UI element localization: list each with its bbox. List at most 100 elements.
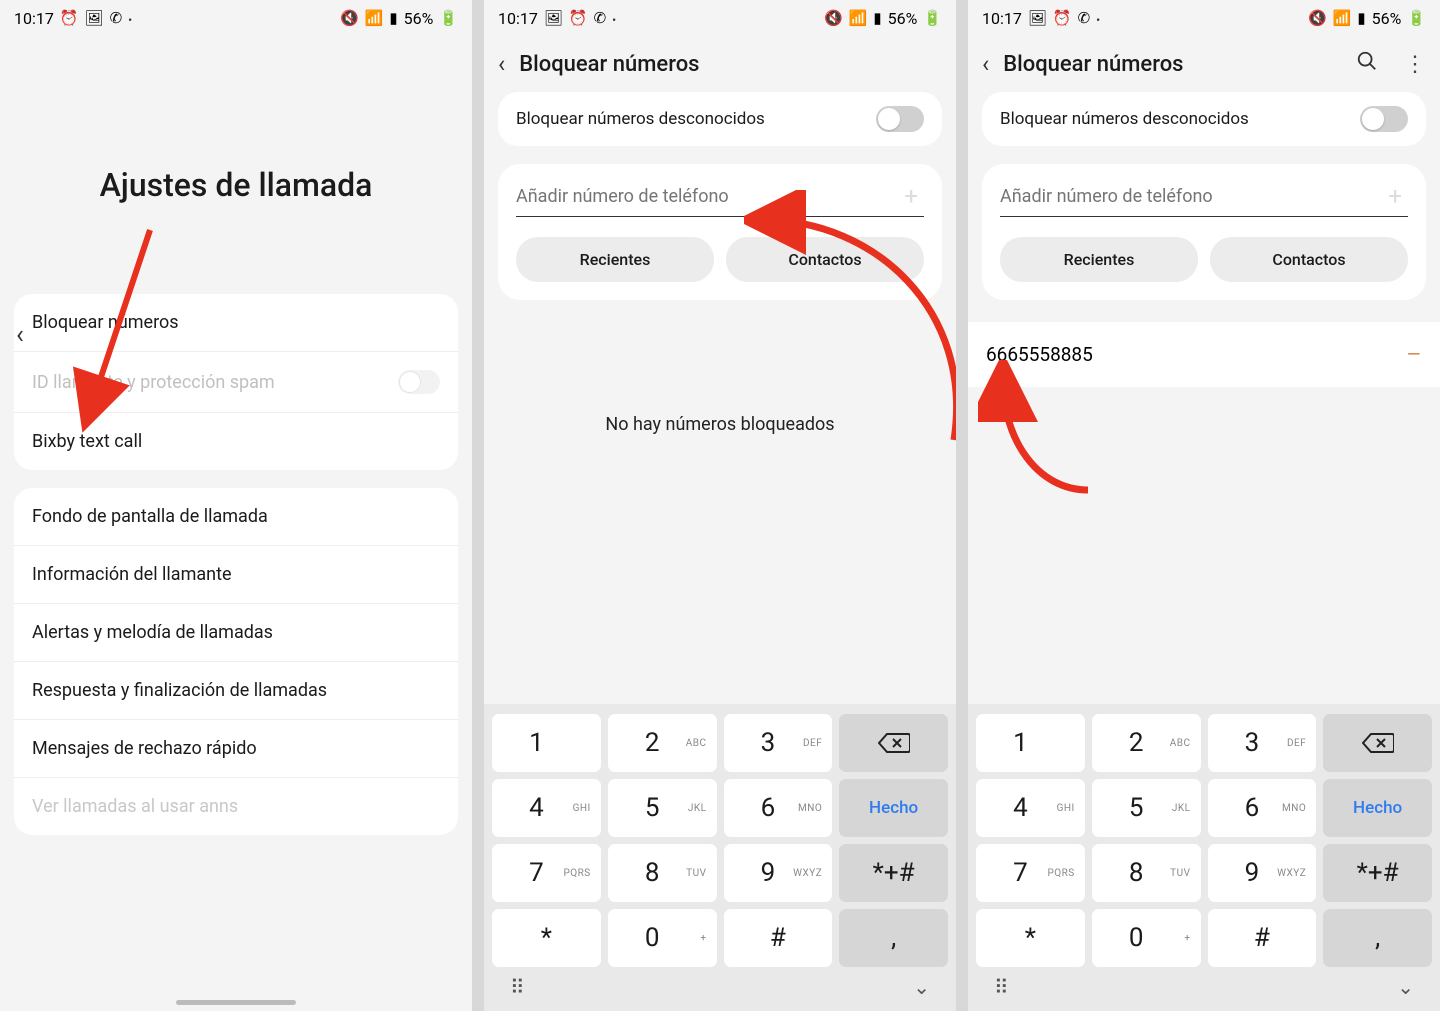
item-label: Bloquear números [32,312,179,333]
whatsapp-icon: ✆ [110,11,123,26]
keyboard-settings-icon[interactable]: ⠿ [510,975,525,999]
search-icon[interactable] [1356,50,1378,78]
more-icon[interactable]: ⋮ [1404,52,1426,77]
item-cutoff[interactable]: Ver llamadas al usar anns [14,778,458,835]
item-label: Bixby text call [32,431,142,452]
phone-input[interactable] [516,186,898,207]
add-button[interactable]: + [898,182,924,210]
key-6[interactable]: 6MNO [724,779,833,837]
alarm-icon: ⏰ [569,11,588,26]
key-7[interactable]: 7PQRS [976,844,1085,902]
recents-button[interactable]: Recientes [516,237,714,282]
key-5[interactable]: 5JKL [608,779,717,837]
back-button[interactable]: ‹ [982,50,989,78]
numeric-keypad: 1 2ABC 3DEF 4GHI 5JKL 6MNO Hecho 7PQRS 8… [484,704,956,1011]
key-2[interactable]: 2ABC [608,714,717,772]
item-caller-info[interactable]: Información del llamante [14,546,458,604]
key-4[interactable]: 4GHI [976,779,1085,837]
item-answer-end-calls[interactable]: Respuesta y finalización de llamadas [14,662,458,720]
key-symbols[interactable]: *+# [1323,844,1432,902]
key-star[interactable]: * [976,909,1085,967]
toggle-switch[interactable] [876,106,924,132]
battery-icon: 🔋 [923,11,942,26]
item-bixby-text-call[interactable]: Bixby text call [14,413,458,470]
alarm-icon: ⏰ [1053,11,1072,26]
status-bar: 10:17 🖼 ⏰ ✆ 🔇 📶 ▮ 56% 🔋 [968,0,1440,36]
item-block-numbers[interactable]: Bloquear números [14,294,458,352]
key-2[interactable]: 2ABC [1092,714,1201,772]
recents-button[interactable]: Recientes [1000,237,1198,282]
key-0[interactable]: 0+ [1092,909,1201,967]
key-6[interactable]: 6MNO [1208,779,1317,837]
key-1[interactable]: 1 [976,714,1085,772]
whatsapp-ic床: ✆ [1078,11,1091,26]
key-5[interactable]: 5JKL [1092,779,1201,837]
key-done[interactable]: Hecho [839,779,948,837]
remove-icon[interactable]: − [1406,338,1422,371]
key-4[interactable]: 4GHI [492,779,601,837]
header: ‹ Bloquear números [484,36,956,88]
contacts-button[interactable]: Contactos [1210,237,1408,282]
add-number-card: + Recientes Contactos [982,164,1426,300]
toggle-unknown-numbers[interactable]: Bloquear números desconocidos [498,92,942,146]
keyboard-collapse-icon[interactable]: ⌄ [1397,975,1414,999]
blocked-number-row[interactable]: 6665558885 − [968,322,1440,387]
page-title: Ajustes de llamada [0,166,472,204]
add-button[interactable]: + [1382,182,1408,210]
item-caller-id-spam[interactable]: ID llamante y protección spam [14,352,458,413]
numeric-keypad: 1 2ABC 3DEF 4GHI 5JKL 6MNO Hecho 7PQRS 8… [968,704,1440,1011]
backspace-icon [1362,732,1394,754]
key-0[interactable]: 0+ [608,909,717,967]
key-3[interactable]: 3DEF [724,714,833,772]
key-comma[interactable]: , [1323,909,1432,967]
key-done[interactable]: Hecho [1323,779,1432,837]
keyboard-collapse-icon[interactable]: ⌄ [913,975,930,999]
item-ringtone-alerts[interactable]: Alertas y melodía de llamadas [14,604,458,662]
status-time: 10:17 [14,9,54,28]
key-star[interactable]: * [492,909,601,967]
key-backspace[interactable] [839,714,948,772]
key-hash[interactable]: # [724,909,833,967]
status-bar: 10:17 🖼 ⏰ ✆ 🔇 📶 ▮ 56% 🔋 [484,0,956,36]
phone-input[interactable] [1000,186,1382,207]
item-label: ID llamante y protección spam [32,372,275,393]
item-call-background[interactable]: Fondo de pantalla de llamada [14,488,458,546]
settings-group-1: Bloquear números ID llamante y protecció… [14,294,458,470]
item-quick-decline-messages[interactable]: Mensajes de rechazo rápido [14,720,458,778]
toggle-switch[interactable] [398,370,440,394]
screen-block-numbers-empty: 10:17 🖼 ⏰ ✆ 🔇 📶 ▮ 56% 🔋 ‹ Bloquear númer… [484,0,956,1011]
gallery-icon: 🖼 [1028,11,1047,26]
key-comma[interactable]: , [839,909,948,967]
key-symbols[interactable]: *+# [839,844,948,902]
signal-icon: ▮ [873,11,881,26]
screen-call-settings: 10:17 ⏰ 🖼 ✆ 🔇 📶 ▮ 56% 🔋 Ajustes de llama… [0,0,472,1011]
signal-icon: ▮ [1357,11,1365,26]
battery-text: 56% [888,9,918,28]
screen-block-numbers-with-entry: 10:17 🖼 ⏰ ✆ 🔇 📶 ▮ 56% 🔋 ‹ Bloquear númer… [968,0,1440,1011]
key-3[interactable]: 3DEF [1208,714,1317,772]
page-title: Bloquear números [1003,52,1330,77]
toggle-switch[interactable] [1360,106,1408,132]
toggle-unknown-numbers[interactable]: Bloquear números desconocidos [982,92,1426,146]
key-hash[interactable]: # [1208,909,1317,967]
key-1[interactable]: 1 [492,714,601,772]
key-8[interactable]: 8TUV [1092,844,1201,902]
back-button[interactable]: ‹ [16,320,24,350]
key-9[interactable]: 9WXYZ [724,844,833,902]
key-7[interactable]: 7PQRS [492,844,601,902]
mute-icon: 🔇 [1308,11,1327,26]
gallery-icon: 🖼 [85,11,104,26]
key-backspace[interactable] [1323,714,1432,772]
mute-icon: 🔇 [824,11,843,26]
battery-icon: 🔋 [1407,11,1426,26]
empty-state: No hay números bloqueados [484,414,956,435]
keyboard-settings-icon[interactable]: ⠿ [994,975,1009,999]
wifi-icon: 📶 [849,11,868,26]
item-label: Información del llamante [32,564,232,585]
back-button[interactable]: ‹ [498,50,505,78]
page-title: Bloquear números [519,52,942,77]
key-9[interactable]: 9WXYZ [1208,844,1317,902]
contacts-button[interactable]: Contactos [726,237,924,282]
key-8[interactable]: 8TUV [608,844,717,902]
toggle-label: Bloquear números desconocidos [1000,109,1249,129]
